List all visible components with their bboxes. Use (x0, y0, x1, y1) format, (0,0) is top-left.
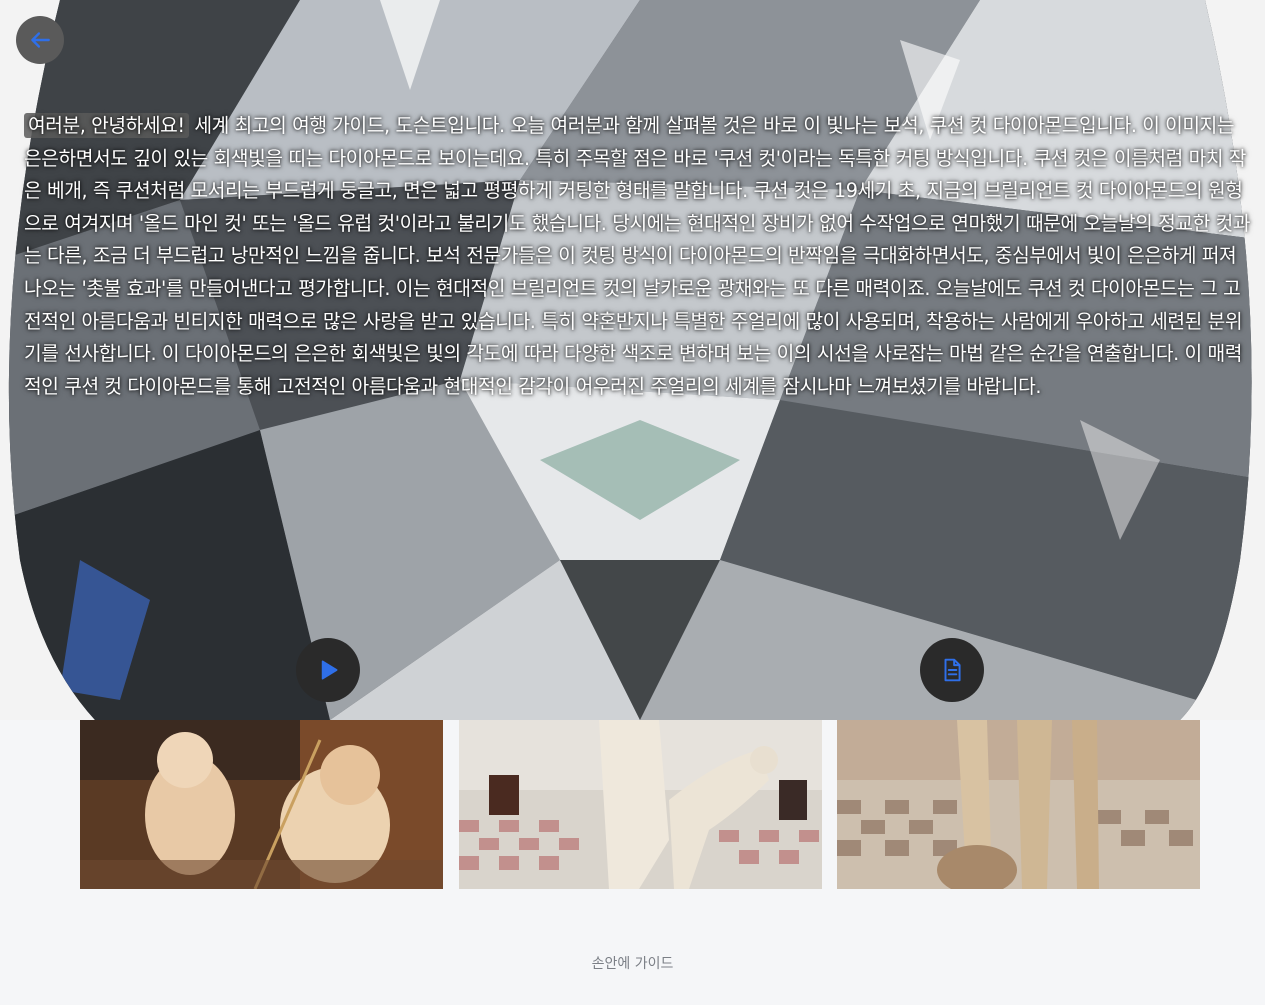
thumbnail-painting[interactable] (80, 720, 443, 889)
back-button[interactable] (16, 16, 64, 64)
deer-statue-thumbnail-image (459, 720, 822, 889)
narration-highlight: 여러분, 안녕하세요! (24, 113, 189, 138)
thumbnail-legs-statue[interactable] (837, 720, 1200, 889)
narration-body: 세계 최고의 여행 가이드, 도슨트입니다. 오늘 여러분과 함께 살펴볼 것은… (24, 114, 1251, 398)
document-icon (944, 658, 961, 682)
transcript-button[interactable] (920, 638, 984, 702)
narration-text: 여러분, 안녕하세요! 세계 최고의 여행 가이드, 도슨트입니다. 오늘 여러… (24, 110, 1256, 403)
hero-section: 여러분, 안녕하세요! 세계 최고의 여행 가이드, 도슨트입니다. 오늘 여러… (0, 0, 1265, 720)
play-button[interactable] (296, 638, 360, 702)
thumbnail-deer-statue[interactable] (459, 720, 822, 889)
painting-thumbnail-image (80, 720, 443, 889)
arrow-left-icon (31, 32, 50, 48)
footer-brand: 손안에 가이드 (591, 956, 674, 972)
legs-statue-thumbnail-image (837, 720, 1200, 889)
play-icon (321, 660, 338, 680)
